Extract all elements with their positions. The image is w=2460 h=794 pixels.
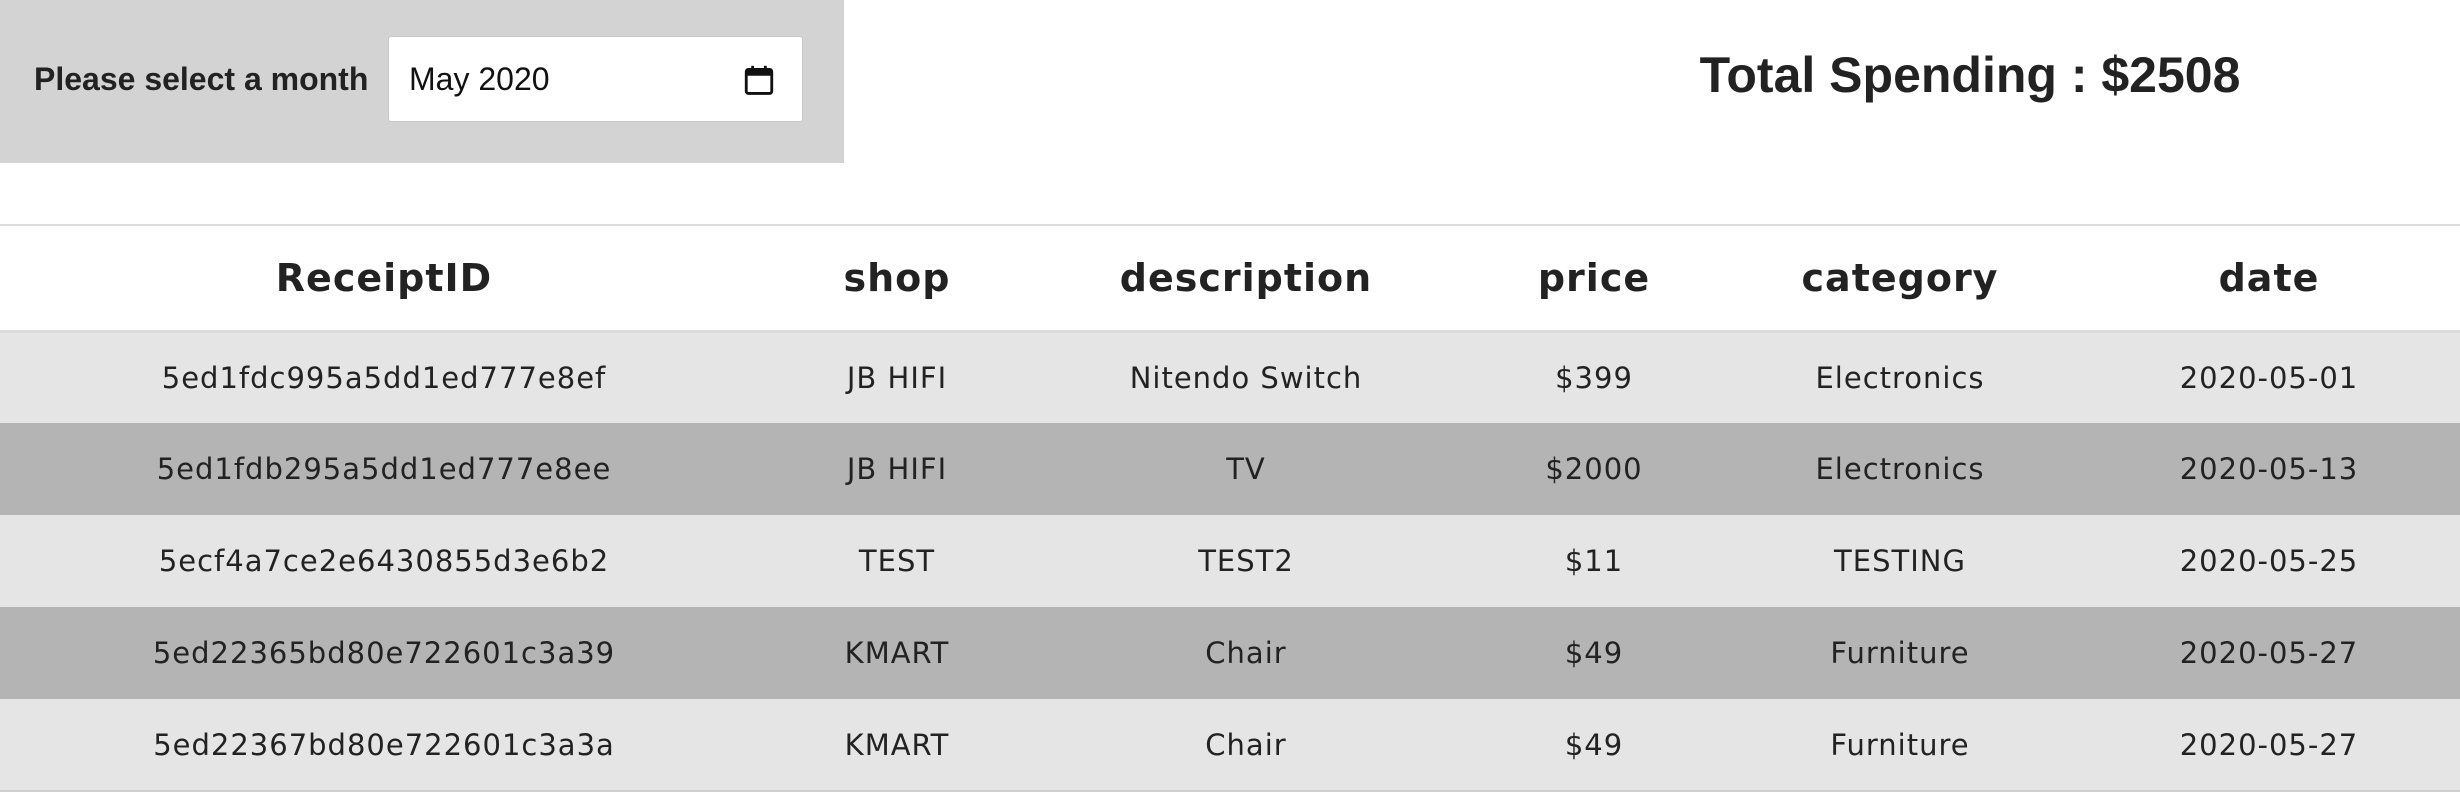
cell-category: Furniture (1830, 636, 1970, 670)
cell-receiptid: 5ecf4a7ce2e6430855d3e6b2 (158, 544, 610, 578)
table-row[interactable]: 5ed1fdb295a5dd1ed777e8ee JB HIFI TV $200… (0, 423, 2460, 515)
total-spending: Total Spending : $2508 (1699, 47, 2241, 103)
cell-category: TESTING (1834, 544, 1966, 578)
cell-shop: JB HIFI (846, 452, 948, 486)
cell-date: 2020-05-25 (2179, 544, 2359, 578)
calendar-icon[interactable] (742, 63, 776, 97)
cell-shop: JB HIFI (846, 360, 948, 395)
cell-receiptid: 5ed22367bd80e722601c3a3a (153, 727, 615, 762)
column-header-receiptid[interactable]: ReceiptID (0, 225, 768, 331)
cell-price: $11 (1564, 544, 1624, 578)
receipts-table: ReceiptID shop description price categor… (0, 224, 2460, 792)
table-row[interactable]: 5ecf4a7ce2e6430855d3e6b2 TEST TEST2 $11 … (0, 515, 2460, 607)
column-header-date[interactable]: date (2078, 225, 2460, 331)
cell-description: Chair (1205, 727, 1287, 762)
month-input-value[interactable]: May 2020 (409, 61, 550, 98)
cell-shop: KMART (844, 727, 950, 762)
cell-date: 2020-05-27 (2179, 727, 2359, 762)
cell-category: Electronics (1815, 360, 1985, 395)
table-row[interactable]: 5ed22367bd80e722601c3a3a KMART Chair $49… (0, 699, 2460, 791)
cell-price: $2000 (1545, 452, 1643, 486)
column-header-description[interactable]: description (1026, 225, 1466, 331)
cell-date: 2020-05-01 (2179, 360, 2359, 395)
cell-category: Furniture (1830, 727, 1970, 762)
cell-description: TEST2 (1198, 544, 1294, 578)
month-selector-label: Please select a month (34, 61, 369, 97)
cell-date: 2020-05-27 (2179, 636, 2359, 670)
cell-date: 2020-05-13 (2179, 452, 2359, 486)
cell-receiptid: 5ed22365bd80e722601c3a39 (152, 636, 616, 670)
top-bar: Please select a month May 2020 Total Spe… (0, 0, 2460, 163)
cell-category: Electronics (1815, 452, 1985, 486)
table-header-row: ReceiptID shop description price categor… (0, 225, 2460, 331)
cell-shop: KMART (844, 636, 950, 670)
cell-shop: TEST (858, 544, 936, 578)
cell-description: Chair (1205, 636, 1287, 670)
table-row[interactable]: 5ed1fdc995a5dd1ed777e8ef JB HIFI Nitendo… (0, 331, 2460, 423)
month-input[interactable]: May 2020 (388, 36, 803, 122)
cell-description: Nitendo Switch (1129, 360, 1363, 395)
cell-price: $49 (1564, 727, 1624, 762)
table-row[interactable]: 5ed22365bd80e722601c3a39 KMART Chair $49… (0, 607, 2460, 699)
cell-description: TV (1226, 452, 1266, 486)
cell-price: $49 (1564, 636, 1624, 670)
column-header-price[interactable]: price (1466, 225, 1722, 331)
column-header-shop[interactable]: shop (768, 225, 1026, 331)
month-selector-panel: Please select a month May 2020 (0, 0, 844, 163)
cell-receiptid: 5ed1fdb295a5dd1ed777e8ee (156, 452, 612, 486)
cell-price: $399 (1555, 360, 1633, 395)
column-header-category[interactable]: category (1722, 225, 2078, 331)
cell-receiptid: 5ed1fdc995a5dd1ed777e8ef (161, 360, 607, 395)
